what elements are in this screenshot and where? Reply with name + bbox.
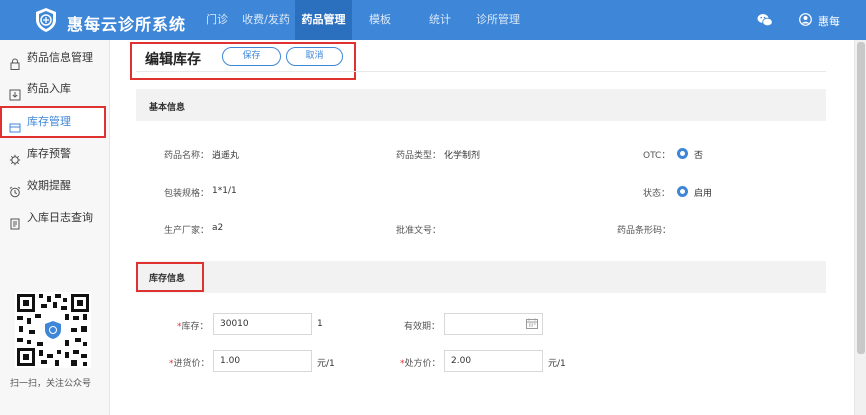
manufacturer-value: a2 [212, 223, 224, 233]
sidebar-item-label: 库存预警 [27, 147, 71, 160]
otc-radio[interactable] [677, 148, 688, 159]
vertical-scrollbar[interactable] [854, 40, 866, 415]
alarm-clock-icon [9, 180, 21, 198]
log-icon [9, 212, 21, 230]
sidebar-item-label: 药品入库 [27, 82, 71, 95]
expiry-label: 有效期： [404, 322, 441, 332]
lock-icon [9, 52, 21, 70]
sidebar-item-expiry-reminder[interactable]: 效期提醒 [0, 171, 110, 201]
drug-name-value: 逍遥丸 [212, 151, 240, 161]
stock-label-text: 库存： [181, 322, 209, 332]
inventory-icon [9, 115, 21, 133]
purchase-price-input[interactable]: 1.00 [213, 350, 312, 372]
stock-info-header [136, 261, 826, 293]
spec-value: 1*1/1 [212, 186, 237, 196]
nav-clinic-management[interactable]: 诊所管理 [465, 0, 531, 40]
calendar-icon[interactable] [526, 318, 538, 329]
basic-info-title: 基本信息 [149, 103, 186, 113]
page-title: 编辑库存 [145, 52, 201, 68]
sidebar-item-label: 药品信息管理 [27, 51, 93, 64]
basic-info-header [136, 89, 826, 121]
drug-type-label: 药品类型： [396, 151, 442, 161]
status-radio[interactable] [677, 186, 688, 197]
sidebar-item-label: 库存管理 [27, 115, 71, 128]
stock-input[interactable]: 30010 [213, 313, 312, 335]
status-label: 状态： [643, 189, 671, 199]
qr-code [15, 292, 91, 368]
otc-value: 否 [694, 151, 704, 161]
user-avatar-icon[interactable] [799, 13, 812, 26]
warning-gear-icon [9, 148, 21, 166]
retail-price-input[interactable]: 2.00 [444, 350, 543, 372]
sidebar: 药品信息管理 药品入库 库存管理 库存预警 效期提醒 入库日志查询 扫一扫，关注… [0, 40, 110, 415]
drug-name-label: 药品名称： [164, 151, 210, 161]
wechat-icon[interactable] [757, 13, 773, 27]
manufacturer-label: 生产厂家： [164, 226, 210, 236]
nav-billing[interactable]: 收费/发药 [238, 0, 294, 40]
purchase-price-unit: 元/1 [317, 359, 335, 369]
stock-label: *库存： [177, 319, 209, 332]
app-title: 惠每云诊所系统 [67, 15, 187, 34]
top-bar: 惠每云诊所系统 门诊 收费/发药 药品管理 模板 统计 诊所管理 惠每 [0, 0, 866, 40]
sidebar-item-inventory[interactable]: 库存管理 [0, 106, 106, 138]
nav-drug-management[interactable]: 药品管理 [295, 0, 352, 40]
sidebar-item-label: 效期提醒 [27, 179, 71, 192]
barcode-label: 药品条形码： [617, 226, 672, 236]
import-icon [9, 83, 21, 101]
sidebar-item-stock-warning[interactable]: 库存预警 [0, 139, 110, 169]
otc-label: OTC： [643, 151, 671, 161]
user-name[interactable]: 惠每 [818, 13, 840, 29]
header-divider [136, 71, 826, 72]
retail-price-label-text: 处方价： [404, 359, 441, 369]
cancel-button[interactable]: 取消 [286, 47, 343, 66]
retail-price-label: *处方价： [400, 356, 441, 369]
stock-unit: 1 [317, 319, 323, 329]
spec-label: 包装规格： [164, 189, 210, 199]
qr-caption: 扫一扫，关注公众号 [10, 379, 92, 389]
scroll-thumb[interactable] [857, 42, 865, 354]
nav-templates[interactable]: 模板 [352, 0, 408, 40]
retail-price-unit: 元/1 [548, 359, 566, 369]
sidebar-item-inbound-log[interactable]: 入库日志查询 [0, 203, 110, 233]
status-value: 启用 [694, 189, 713, 199]
sidebar-item-drug-inbound[interactable]: 药品入库 [0, 74, 110, 104]
purchase-price-label: *进货价： [169, 356, 210, 369]
approval-number-label: 批准文号： [396, 226, 442, 236]
nav-statistics[interactable]: 统计 [412, 0, 468, 40]
logo-icon [32, 6, 60, 34]
save-button[interactable]: 保存 [222, 47, 281, 66]
drug-type-value: 化学制剂 [444, 151, 481, 161]
sidebar-item-label: 入库日志查询 [27, 211, 93, 224]
sidebar-item-drug-info[interactable]: 药品信息管理 [0, 43, 110, 73]
purchase-price-label-text: 进货价： [173, 359, 210, 369]
stock-info-title: 库存信息 [149, 274, 186, 284]
